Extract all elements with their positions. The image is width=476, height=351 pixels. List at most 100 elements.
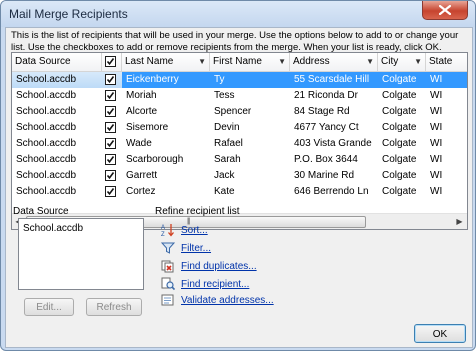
column-header-address[interactable]: Address ▼ [290, 53, 378, 71]
column-header-first-name[interactable]: First Name ▼ [210, 53, 290, 71]
find-recipient-icon [161, 277, 175, 291]
column-header-select-all[interactable] [102, 53, 122, 71]
dialog-body: This is the list of recipients that will… [5, 27, 473, 348]
cell-address: 30 Marine Rd [294, 170, 355, 181]
list-item[interactable]: School.accdb [23, 223, 83, 234]
chevron-down-icon[interactable]: ▼ [414, 57, 422, 66]
cell-data-source: School.accdb [16, 122, 77, 133]
intro-text: This is the list of recipients that will… [11, 30, 459, 53]
cell-first-name: Tess [214, 90, 235, 101]
cell-state: WI [430, 138, 443, 149]
data-source-list[interactable]: School.accdb [18, 218, 144, 290]
cell-first-name: Kate [214, 186, 235, 197]
cell-city: Colgate [382, 154, 417, 165]
table-row[interactable]: School.accdb Garrett Jack 30 Marine Rd C… [12, 168, 467, 184]
table-row[interactable]: School.accdb Alcorte Spencer 84 Stage Rd… [12, 104, 467, 120]
close-button[interactable] [422, 1, 468, 20]
row-checkbox[interactable] [105, 90, 116, 101]
cell-data-source: School.accdb [16, 170, 77, 181]
row-checkbox[interactable] [105, 186, 116, 197]
cell-last-name: Wade [126, 138, 152, 149]
table-row[interactable]: School.accdb Scarborough Sarah P.O. Box … [12, 152, 467, 168]
cell-address: 4677 Yancy Ct [294, 122, 359, 133]
refine-list-label: Refine recipient list [155, 206, 240, 217]
sort-az-icon: A Z [161, 224, 174, 237]
validate-addresses-icon [161, 294, 174, 306]
cell-data-source: School.accdb [16, 154, 77, 165]
cell-data-source: School.accdb [16, 74, 77, 85]
mail-merge-recipients-dialog: Mail Merge Recipients This is the list o… [0, 0, 476, 351]
window-title: Mail Merge Recipients [9, 7, 128, 21]
column-header-state[interactable]: State [426, 53, 467, 71]
cell-state: WI [430, 74, 443, 85]
cell-address: P.O. Box 3644 [294, 154, 358, 165]
column-header-city[interactable]: City ▼ [378, 53, 426, 71]
grip-icon: ||| [187, 218, 191, 225]
cell-last-name: Cortez [126, 186, 156, 197]
cell-address: 646 Berrendo Ln [294, 186, 369, 197]
cell-city: Colgate [382, 74, 417, 85]
chevron-down-icon[interactable]: ▼ [366, 57, 374, 66]
column-header-data-source[interactable]: Data Source [12, 53, 102, 71]
cell-address: 403 Vista Grande [294, 138, 372, 149]
cell-last-name: Moriah [126, 90, 157, 101]
table-row[interactable]: School.accdb Eickenberry Ty 55 Scarsdale… [12, 72, 467, 88]
cell-city: Colgate [382, 106, 417, 117]
cell-data-source: School.accdb [16, 138, 77, 149]
recipient-grid[interactable]: Data Source Last Name ▼ First Name ▼ Addre… [11, 52, 468, 230]
row-checkbox[interactable] [105, 154, 116, 165]
cell-first-name: Ty [214, 74, 225, 85]
cell-address: 55 Scarsdale Hill [294, 74, 370, 85]
cell-first-name: Spencer [214, 106, 252, 117]
chevron-down-icon[interactable]: ▼ [198, 57, 206, 66]
cell-first-name: Devin [214, 122, 240, 133]
cell-first-name: Sarah [214, 154, 241, 165]
edit-button[interactable]: Edit... [24, 298, 74, 316]
row-checkbox[interactable] [105, 138, 116, 149]
svg-text:A: A [161, 225, 165, 231]
table-row[interactable]: School.accdb Sisemore Devin 4677 Yancy C… [12, 120, 467, 136]
row-checkbox[interactable] [105, 106, 116, 117]
scroll-right-icon[interactable]: ▶ [454, 216, 465, 227]
cell-last-name: Garrett [126, 170, 158, 181]
filter-icon [161, 242, 175, 254]
cell-first-name: Rafael [214, 138, 243, 149]
checkmark-icon [106, 76, 115, 84]
filter-link[interactable]: Filter... [181, 243, 211, 254]
cell-state: WI [430, 154, 443, 165]
checkmark-icon [106, 156, 115, 164]
cell-state: WI [430, 170, 443, 181]
table-row[interactable]: School.accdb Cortez Kate 646 Berrendo Ln… [12, 184, 467, 200]
table-row[interactable]: School.accdb Moriah Tess 21 Riconda Dr C… [12, 88, 467, 104]
cell-city: Colgate [382, 138, 417, 149]
cell-data-source: School.accdb [16, 186, 77, 197]
checkmark-icon [106, 108, 115, 116]
title-bar[interactable]: Mail Merge Recipients [1, 1, 475, 27]
cell-state: WI [430, 106, 443, 117]
find-duplicates-icon [161, 260, 174, 273]
find-duplicates-link[interactable]: Find duplicates... [181, 261, 257, 272]
row-checkbox[interactable] [105, 170, 116, 181]
sort-link[interactable]: Sort... [181, 225, 208, 236]
cell-last-name: Scarborough [126, 154, 184, 165]
select-all-checkbox[interactable] [105, 56, 116, 67]
table-row[interactable]: School.accdb Wade Rafael 403 Vista Grand… [12, 136, 467, 152]
data-source-label: Data Source [13, 206, 69, 217]
cell-city: Colgate [382, 170, 417, 181]
column-header-last-name[interactable]: Last Name ▼ [122, 53, 210, 71]
cell-state: WI [430, 122, 443, 133]
find-recipient-link[interactable]: Find recipient... [181, 279, 249, 290]
cell-address: 21 Riconda Dr [294, 90, 358, 101]
chevron-down-icon[interactable]: ▼ [278, 57, 286, 66]
cell-city: Colgate [382, 122, 417, 133]
cell-last-name: Eickenberry [126, 74, 179, 85]
checkmark-icon [106, 58, 115, 66]
row-checkbox[interactable] [105, 74, 116, 85]
grid-header: Data Source Last Name ▼ First Name ▼ Addre… [12, 53, 467, 72]
refresh-button[interactable]: Refresh [86, 298, 142, 316]
cell-last-name: Sisemore [126, 122, 169, 133]
ok-button[interactable]: OK [414, 324, 466, 343]
row-checkbox[interactable] [105, 122, 116, 133]
svg-text:Z: Z [161, 232, 165, 237]
validate-addresses-link[interactable]: Validate addresses... [181, 295, 274, 306]
